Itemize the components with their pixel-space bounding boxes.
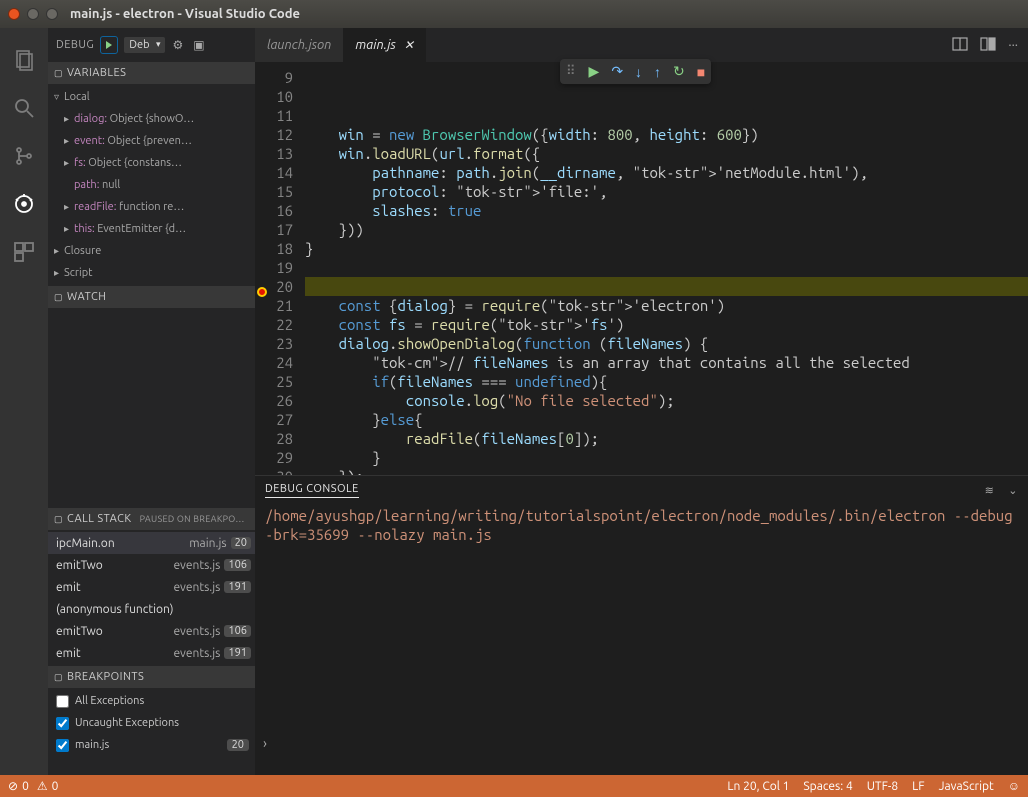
callstack-frame[interactable]: ipcMain.onmain.js20 xyxy=(48,532,255,554)
scope-script[interactable]: ▸Script xyxy=(48,262,255,284)
callstack-frame[interactable]: (anonymous function) xyxy=(48,598,255,620)
step-over-button[interactable]: ↷ xyxy=(611,63,623,80)
drag-handle-icon[interactable]: ⠿ xyxy=(566,64,577,79)
split-editor-icon[interactable] xyxy=(952,36,968,55)
editor-group: launch.json main.js ✕ ··· ⠿ ▶ ↷ ↓ ↑ ↻ xyxy=(255,28,1028,775)
window-minimize-button[interactable] xyxy=(27,8,39,20)
debug-console-output[interactable]: /home/ayushgp/learning/writing/tutorials… xyxy=(255,504,1028,775)
callstack-frame[interactable]: emitevents.js191 xyxy=(48,642,255,664)
debug-config-select[interactable]: Deb xyxy=(124,37,164,53)
callstack-frame[interactable]: emitTwoevents.js106 xyxy=(48,620,255,642)
breakpoint-checkbox[interactable] xyxy=(56,717,69,730)
bottom-panel: DEBUG CONSOLE ≋ ⌄ /home/ayushgp/learning… xyxy=(255,475,1028,775)
watch-section-header[interactable]: ▢WATCH xyxy=(48,286,255,308)
breakpoints-section-header[interactable]: ▢BREAKPOINTS xyxy=(48,666,255,688)
language-mode[interactable]: JavaScript xyxy=(939,780,994,793)
tab-label: main.js xyxy=(355,38,395,52)
activity-bar xyxy=(0,28,48,775)
variable-row[interactable]: ▸this: EventEmitter {d… xyxy=(48,218,255,240)
window-title: main.js - electron - Visual Studio Code xyxy=(70,7,300,21)
debug-icon[interactable] xyxy=(10,190,38,218)
status-bar: ⊘0 ⚠0 Ln 20, Col 1 Spaces: 4 UTF-8 LF Ja… xyxy=(0,775,1028,797)
breakpoint-checkbox[interactable] xyxy=(56,739,69,752)
callstack-status: PAUSED ON BREAKPO… xyxy=(140,514,245,524)
code-editor[interactable]: 9101112131415161718192021222324252627282… xyxy=(255,62,1028,475)
chevron-down-icon[interactable]: ⌄ xyxy=(1008,484,1018,497)
feedback-icon[interactable]: ☺ xyxy=(1008,779,1020,793)
variable-row[interactable]: ▸fs: Object {constans… xyxy=(48,152,255,174)
window-maximize-button[interactable] xyxy=(46,8,58,20)
debug-label: DEBUG xyxy=(56,39,94,51)
continue-button[interactable]: ▶ xyxy=(589,63,600,80)
step-out-button[interactable]: ↑ xyxy=(654,64,661,80)
callstack-frame[interactable]: emitevents.js191 xyxy=(48,576,255,598)
panel-tab-debug-console[interactable]: DEBUG CONSOLE xyxy=(265,483,359,498)
callstack-frame[interactable]: emitTwoevents.js106 xyxy=(48,554,255,576)
breakpoint-checkbox[interactable] xyxy=(56,695,69,708)
scope-local[interactable]: ▿Local xyxy=(48,86,255,108)
close-icon[interactable]: ✕ xyxy=(404,38,414,52)
debug-toolbar[interactable]: ⠿ ▶ ↷ ↓ ↑ ↻ ■ xyxy=(560,59,711,84)
breakpoint-row[interactable]: main.js20 xyxy=(48,734,255,756)
step-into-button[interactable]: ↓ xyxy=(635,64,642,80)
tab-main-js[interactable]: main.js ✕ xyxy=(343,28,426,62)
clear-console-icon[interactable]: ≋ xyxy=(985,484,995,497)
variable-row[interactable]: ▸readFile: function re… xyxy=(48,196,255,218)
panel-collapse-icon[interactable]: › xyxy=(255,733,275,753)
breakpoint-glyph[interactable] xyxy=(257,287,267,297)
code-content[interactable]: win = new BrowserWindow({width: 800, hei… xyxy=(305,62,1028,475)
watch-area[interactable] xyxy=(48,308,255,508)
window-close-button[interactable] xyxy=(8,8,20,20)
search-icon[interactable] xyxy=(10,94,38,122)
title-bar: main.js - electron - Visual Studio Code xyxy=(0,0,1028,28)
eol[interactable]: LF xyxy=(912,780,924,793)
more-icon[interactable]: ··· xyxy=(1008,38,1018,52)
variables-section-header[interactable]: ▢VARIABLES xyxy=(48,62,255,84)
breakpoints-list: All ExceptionsUncaught Exceptionsmain.js… xyxy=(48,688,255,758)
restart-button[interactable]: ↻ xyxy=(673,63,685,80)
variable-row[interactable]: ▸event: Object {preven… xyxy=(48,130,255,152)
gear-icon[interactable]: ⚙ xyxy=(171,38,186,52)
tab-launch-json[interactable]: launch.json xyxy=(255,28,343,62)
start-debugging-button[interactable] xyxy=(100,36,118,54)
indentation[interactable]: Spaces: 4 xyxy=(803,780,852,793)
warnings-indicator[interactable]: ⚠0 xyxy=(37,779,59,793)
debug-console-toggle-icon[interactable]: ▣ xyxy=(191,38,206,52)
callstack-list: ipcMain.onmain.js20emitTwoevents.js106em… xyxy=(48,530,255,666)
variable-row[interactable]: ▸dialog: Object {showO… xyxy=(48,108,255,130)
callstack-section-header[interactable]: ▢CALL STACK PAUSED ON BREAKPO… xyxy=(48,508,255,530)
editor-tabs: launch.json main.js ✕ ··· xyxy=(255,28,1028,62)
errors-indicator[interactable]: ⊘0 xyxy=(8,779,29,793)
breakpoint-row[interactable]: Uncaught Exceptions xyxy=(48,712,255,734)
git-icon[interactable] xyxy=(10,142,38,170)
line-number-gutter: 9101112131415161718192021222324252627282… xyxy=(255,62,305,475)
debug-sidebar: DEBUG Deb ⚙ ▣ ▢VARIABLES ▿Local ▸dialog:… xyxy=(48,28,255,775)
encoding[interactable]: UTF-8 xyxy=(867,780,898,793)
extensions-icon[interactable] xyxy=(10,238,38,266)
stop-button[interactable]: ■ xyxy=(697,64,705,80)
cursor-position[interactable]: Ln 20, Col 1 xyxy=(727,780,789,793)
explorer-icon[interactable] xyxy=(10,46,38,74)
scope-closure[interactable]: ▸Closure xyxy=(48,240,255,262)
toggle-layout-icon[interactable] xyxy=(980,36,996,55)
breakpoint-row[interactable]: All Exceptions xyxy=(48,690,255,712)
variable-row[interactable]: path: null xyxy=(48,174,255,196)
